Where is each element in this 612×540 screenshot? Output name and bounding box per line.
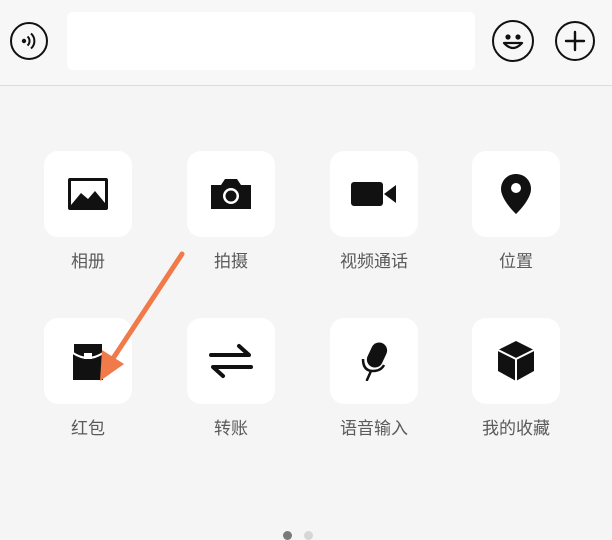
- page-indicator: [283, 531, 313, 540]
- favorites-tile[interactable]: [472, 318, 560, 404]
- video-call-item[interactable]: 视频通话: [330, 151, 418, 272]
- location-item[interactable]: 位置: [472, 151, 560, 272]
- page-dot-2[interactable]: [304, 531, 313, 540]
- red-packet-label: 红包: [71, 419, 105, 439]
- camera-item[interactable]: 拍摄: [187, 151, 275, 272]
- album-tile[interactable]: [44, 151, 132, 237]
- transfer-icon: [209, 344, 253, 378]
- location-label: 位置: [499, 252, 533, 272]
- voice-icon: [21, 32, 36, 50]
- album-icon: [68, 178, 108, 210]
- voice-input-tile[interactable]: [330, 318, 418, 404]
- microphone-icon: [361, 342, 388, 381]
- camera-label: 拍摄: [214, 252, 248, 272]
- video-call-icon: [351, 182, 396, 206]
- album-item[interactable]: 相册: [44, 151, 132, 272]
- message-input[interactable]: [67, 12, 475, 70]
- camera-tile[interactable]: [187, 151, 275, 237]
- red-packet-icon: [72, 342, 104, 380]
- more-button[interactable]: [555, 21, 595, 61]
- location-icon: [501, 174, 531, 214]
- voice-input-label: 语音输入: [340, 419, 408, 439]
- favorites-icon: [497, 341, 535, 381]
- transfer-label: 转账: [214, 419, 248, 439]
- transfer-tile[interactable]: [187, 318, 275, 404]
- video-call-label: 视频通话: [340, 252, 408, 272]
- voice-button[interactable]: [10, 22, 48, 60]
- red-packet-item[interactable]: 红包: [44, 318, 132, 439]
- page-dot-1[interactable]: [283, 531, 292, 540]
- emoji-icon: [502, 34, 524, 50]
- video-call-tile[interactable]: [330, 151, 418, 237]
- transfer-item[interactable]: 转账: [187, 318, 275, 439]
- emoji-button[interactable]: [492, 20, 534, 62]
- album-label: 相册: [71, 252, 105, 272]
- favorites-label: 我的收藏: [482, 419, 550, 439]
- input-toolbar: [0, 0, 612, 86]
- camera-icon: [211, 179, 251, 209]
- favorites-item[interactable]: 我的收藏: [472, 318, 560, 439]
- plus-icon: [564, 30, 586, 52]
- red-packet-tile[interactable]: [44, 318, 132, 404]
- location-tile[interactable]: [472, 151, 560, 237]
- voice-input-item[interactable]: 语音输入: [330, 318, 418, 439]
